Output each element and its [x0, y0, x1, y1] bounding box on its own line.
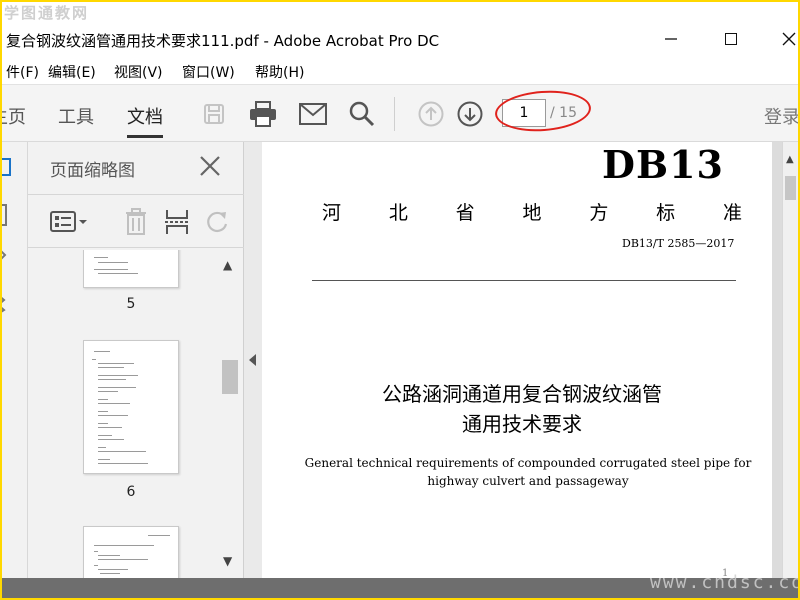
- insert-page-button[interactable]: [162, 207, 192, 237]
- layers-icon[interactable]: [2, 292, 10, 316]
- menu-view[interactable]: 视图(V): [114, 62, 163, 82]
- thumbnail-page-number: 5: [126, 296, 136, 312]
- scroll-up-icon[interactable]: ▲: [786, 154, 794, 165]
- collapse-arrow-icon[interactable]: [249, 354, 256, 366]
- options-menu-button[interactable]: [50, 207, 90, 237]
- acrobat-window: 学图通教网 复合钢波纹涵管通用技术要求111.pdf - Adobe Acrob…: [2, 2, 798, 598]
- heading-char: 标: [656, 202, 676, 224]
- menu-window[interactable]: 窗口(W): [182, 62, 235, 82]
- search-button[interactable]: [347, 99, 377, 129]
- rotate-page-button[interactable]: [202, 207, 232, 237]
- page-thumbnails-panel: 页面缩略图 5 6 ▲ ▼: [28, 142, 244, 578]
- arrow-up-circle-icon: [418, 101, 444, 127]
- scroll-down-icon[interactable]: ▼: [223, 554, 232, 568]
- printer-icon: [250, 101, 276, 127]
- menu-edit[interactable]: 编辑(E): [48, 62, 96, 82]
- attachment-icon[interactable]: [2, 246, 10, 266]
- heading-char: 地: [522, 202, 542, 224]
- minimize-button[interactable]: [648, 24, 694, 54]
- bookmark-icon[interactable]: [2, 204, 10, 226]
- document-scrollbar[interactable]: ▲: [782, 142, 798, 578]
- panel-title: 页面缩略图: [50, 161, 135, 181]
- tab-home[interactable]: 主页: [2, 103, 26, 129]
- next-page-button[interactable]: [455, 99, 485, 129]
- close-icon: [782, 32, 796, 46]
- document-page: DB13 河 北 省 地 方 标 准 DB13/T 2585—2017 公路涵洞…: [262, 142, 772, 579]
- heading-char: 省: [455, 202, 475, 224]
- close-window-button[interactable]: [766, 24, 798, 54]
- minimize-icon: [665, 38, 677, 40]
- heading-char: 准: [722, 202, 742, 224]
- tab-document[interactable]: 文档: [127, 103, 163, 138]
- close-panel-button[interactable]: [196, 152, 224, 180]
- title-bar: 学图通教网 复合钢波纹涵管通用技术要求111.pdf - Adobe Acrob…: [2, 2, 798, 58]
- email-button[interactable]: [298, 99, 328, 129]
- list-options-icon: [50, 211, 87, 232]
- standard-prefix: DB13: [602, 142, 724, 187]
- thumbnail-page[interactable]: [83, 250, 179, 288]
- arrow-down-circle-icon: [457, 101, 483, 127]
- main-toolbar: 主页 工具 文档 1 / 15 登录: [2, 84, 798, 142]
- scrollbar-thumb[interactable]: [222, 360, 238, 394]
- menu-bar: 件(F) 编辑(E) 视图(V) 窗口(W) 帮助(H): [2, 58, 798, 84]
- document-view: DB13 河 北 省 地 方 标 准 DB13/T 2585—2017 公路涵洞…: [262, 142, 782, 579]
- thumbnail-list: 5 6: [28, 250, 224, 578]
- print-button[interactable]: [248, 99, 278, 129]
- document-title-cn-line1: 公路涵洞通道用复合钢波纹涵管: [382, 382, 662, 406]
- search-icon: [349, 101, 375, 127]
- watermark-bottom: www.cndsc.com: [650, 572, 798, 593]
- document-title-en: General technical requirements of compou…: [304, 456, 752, 488]
- tab-tools[interactable]: 工具: [58, 103, 94, 129]
- pages-icon[interactable]: [2, 156, 14, 178]
- delete-page-button[interactable]: [121, 207, 151, 237]
- thumbnail-page-number: 6: [126, 484, 136, 500]
- document-title-cn-line2: 通用技术要求: [462, 412, 582, 436]
- horizontal-rule: [312, 280, 736, 281]
- scroll-up-icon[interactable]: ▲: [223, 258, 232, 272]
- heading-char: 方: [589, 202, 609, 224]
- scrollbar-thumb[interactable]: [785, 176, 796, 200]
- save-button[interactable]: [199, 99, 229, 129]
- login-button[interactable]: 登录: [764, 103, 798, 129]
- previous-page-button[interactable]: [416, 99, 446, 129]
- watermark-top: 学图通教网: [4, 4, 90, 22]
- rotate-icon: [207, 211, 228, 233]
- panel-splitter[interactable]: [244, 142, 262, 578]
- window-title: 复合钢波纹涵管通用技术要求111.pdf - Adobe Acrobat Pro…: [6, 32, 440, 50]
- left-nav-rail: [2, 142, 28, 578]
- close-icon: [200, 156, 220, 176]
- thumbnail-page[interactable]: [83, 526, 179, 578]
- heading-char: 北: [388, 202, 408, 224]
- thumbnail-tools: [28, 194, 244, 248]
- red-annotation-circle: [493, 87, 593, 135]
- toolbar-separator: [394, 97, 395, 131]
- maximize-button[interactable]: [708, 24, 754, 54]
- envelope-icon: [299, 103, 327, 125]
- trash-icon: [126, 208, 146, 235]
- thumbnail-scrollbar[interactable]: ▲ ▼: [220, 250, 240, 578]
- insert-page-icon: [165, 210, 189, 234]
- menu-file[interactable]: 件(F): [6, 62, 39, 82]
- thumbnail-page[interactable]: [83, 340, 179, 474]
- save-icon: [204, 104, 224, 124]
- standard-type-heading: 河 北 省 地 方 标 准: [322, 198, 742, 225]
- standard-number: DB13/T 2585—2017: [622, 237, 735, 250]
- menu-help[interactable]: 帮助(H): [255, 62, 304, 82]
- maximize-icon: [725, 33, 737, 45]
- heading-char: 河: [322, 202, 342, 224]
